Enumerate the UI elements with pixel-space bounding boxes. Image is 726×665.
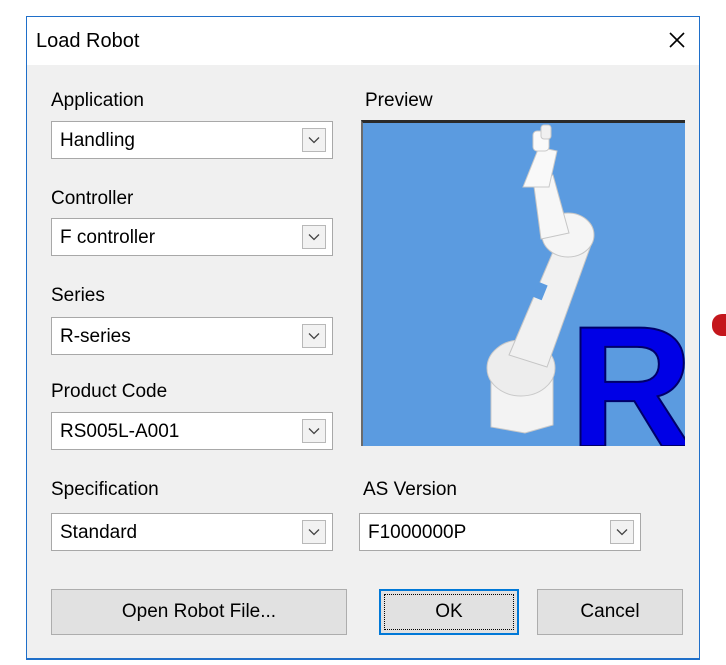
application-dropdown-button[interactable] bbox=[302, 128, 326, 152]
product-code-label: Product Code bbox=[51, 381, 168, 402]
cancel-button[interactable]: Cancel bbox=[537, 589, 683, 635]
open-robot-file-button[interactable]: Open Robot File... bbox=[51, 589, 347, 635]
page: Load Robot Application Handling Controll… bbox=[0, 0, 726, 665]
as-version-select[interactable]: F1000000P bbox=[359, 513, 641, 551]
cancel-label: Cancel bbox=[580, 601, 640, 622]
as-version-dropdown-button[interactable] bbox=[610, 520, 634, 544]
title-bar[interactable]: Load Robot bbox=[27, 17, 699, 65]
controller-label: Controller bbox=[51, 188, 134, 209]
as-version-value: F1000000P bbox=[368, 522, 467, 543]
specification-label: Specification bbox=[51, 479, 159, 500]
series-label: Series bbox=[51, 285, 105, 306]
open-robot-file-label: Open Robot File... bbox=[121, 601, 277, 622]
chevron-down-icon bbox=[308, 333, 320, 340]
controller-select[interactable]: F controller bbox=[51, 218, 333, 256]
controller-value: F controller bbox=[60, 227, 156, 248]
series-dropdown-button[interactable] bbox=[302, 324, 326, 348]
application-value: Handling bbox=[60, 130, 135, 151]
chevron-down-icon bbox=[616, 529, 628, 536]
close-icon bbox=[669, 32, 685, 48]
as-version-label: AS Version bbox=[363, 479, 457, 500]
load-robot-dialog: Load Robot Application Handling Controll… bbox=[26, 16, 700, 660]
specification-value: Standard bbox=[60, 522, 138, 543]
edge-marker bbox=[712, 314, 726, 336]
series-select[interactable]: R-series bbox=[51, 317, 333, 355]
product-code-dropdown-button[interactable] bbox=[302, 419, 326, 443]
series-value: R-series bbox=[60, 326, 131, 347]
chevron-down-icon bbox=[308, 428, 320, 435]
specification-dropdown-button[interactable] bbox=[302, 520, 326, 544]
focus-rectangle bbox=[384, 594, 514, 630]
application-select[interactable]: Handling bbox=[51, 121, 333, 159]
application-label: Application bbox=[51, 90, 144, 111]
controller-dropdown-button[interactable] bbox=[302, 225, 326, 249]
product-code-select[interactable]: RS005L-A001 bbox=[51, 412, 333, 450]
ok-button[interactable]: OK bbox=[379, 589, 519, 635]
robot-preview: R bbox=[361, 120, 685, 446]
series-letter-mark: R bbox=[569, 291, 685, 446]
chevron-down-icon bbox=[308, 529, 320, 536]
dialog-title: Load Robot bbox=[36, 30, 140, 52]
close-button[interactable] bbox=[655, 17, 699, 63]
specification-select[interactable]: Standard bbox=[51, 513, 333, 551]
chevron-down-icon bbox=[308, 234, 320, 241]
preview-label: Preview bbox=[365, 90, 433, 111]
product-code-value: RS005L-A001 bbox=[60, 421, 180, 442]
robot-preview-image: R bbox=[486, 124, 685, 446]
chevron-down-icon bbox=[308, 137, 320, 144]
